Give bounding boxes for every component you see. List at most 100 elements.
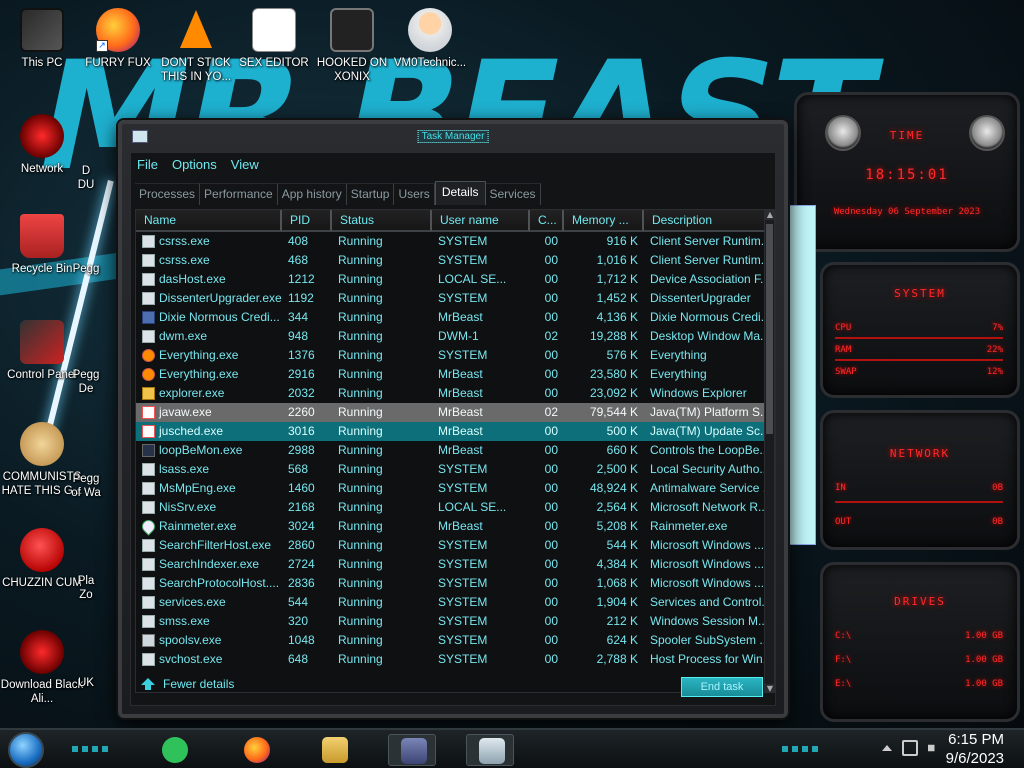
cell-desc: Controls the LoopBe...	[650, 443, 766, 457]
tab-users[interactable]: Users	[394, 183, 435, 205]
start-button[interactable]	[8, 732, 44, 768]
cell-memory: 624 K	[606, 633, 638, 647]
show-hidden-icons-icon[interactable]	[882, 745, 892, 751]
table-row[interactable]: SearchProtocolHost.... 2836 Running SYSTEM 0…	[136, 574, 766, 593]
table-row[interactable]: Dixie Normous Credi... 344 Running MrBeast 0…	[136, 308, 766, 327]
tab-processes[interactable]: Processes	[135, 183, 201, 205]
tab-performance[interactable]: Performance	[200, 183, 278, 205]
cell-desc: Microsoft Windows ...	[650, 538, 765, 552]
desktop-icon-download-black-alien[interactable]: Download Black Ali...	[0, 630, 84, 706]
column-header[interactable]: Memory ...	[564, 210, 644, 232]
desktop-icon-partial[interactable]: Pegg De	[60, 368, 112, 396]
desktop-icon-label: DU	[77, 179, 95, 191]
table-row[interactable]: MsMpEng.exe 1460 Running SYSTEM 00 48,924 K An…	[136, 479, 766, 498]
tab-startup[interactable]: Startup	[346, 183, 395, 205]
swap-value: 12%	[986, 367, 1003, 377]
cell-user: SYSTEM	[438, 253, 488, 267]
desktop-icon-vm0technic[interactable]: VM0Technic...	[388, 8, 472, 70]
table-row[interactable]: smss.exe 320 Running SYSTEM 00 212 K Windows S…	[136, 612, 766, 631]
cell-status: Running	[338, 367, 383, 381]
cell-status: Running	[338, 234, 383, 248]
table-row[interactable]: jusched.exe 3016 Running MrBeast 00 500 K Java…	[136, 422, 766, 441]
end-task-button[interactable]: End task	[681, 677, 763, 697]
menu-view[interactable]: View	[231, 157, 259, 173]
cell-pid: 2916	[288, 367, 315, 381]
cell-user: MrBeast	[438, 443, 483, 457]
tab-app-history[interactable]: App history	[277, 183, 347, 205]
taskbar-notes[interactable]	[150, 734, 198, 766]
desktop-icon-hooked-on-xonix[interactable]: HOOKED ON XONIX	[310, 8, 394, 84]
process-name: explorer.exe	[159, 386, 225, 400]
column-header[interactable]: C...	[530, 210, 564, 232]
column-header[interactable]: Name	[136, 210, 282, 232]
desktop-icon-partial[interactable]: D DU	[60, 164, 112, 192]
taskbar-task-manager[interactable]	[466, 734, 514, 766]
desktop-icon-label: De	[78, 383, 94, 395]
table-row[interactable]: Everything.exe 2916 Running MrBeast 00 23,580…	[136, 365, 766, 384]
menu-file[interactable]: File	[137, 157, 158, 173]
cell-user: SYSTEM	[438, 633, 488, 647]
table-row[interactable]: javaw.exe 2260 Running MrBeast 02 79,544 K Jav…	[136, 403, 766, 422]
table-row[interactable]: lsass.exe 568 Running SYSTEM 00 2,500 K Local …	[136, 460, 766, 479]
table-row[interactable]: services.exe 544 Running SYSTEM 00 1,904 K Ser…	[136, 593, 766, 612]
network-tray-icon[interactable]	[902, 740, 918, 756]
window-footer: Fewer details End task	[131, 667, 775, 705]
cell-desc: Microsoft Network R...	[650, 500, 766, 514]
table-row[interactable]: csrss.exe 408 Running SYSTEM 00 916 K Client S…	[136, 232, 766, 251]
desktop-icon-sex-editor[interactable]: SEX EDITOR	[232, 8, 316, 70]
taskbar-control-panel[interactable]	[388, 734, 436, 766]
taskbar-file-explorer[interactable]	[310, 734, 358, 766]
task-manager-window: Task Manager File Options View Processes…	[118, 120, 788, 718]
desktop-icon-partial[interactable]: Pegg	[60, 262, 112, 276]
table-row[interactable]: SearchIndexer.exe 2724 Running SYSTEM 00 4,38…	[136, 555, 766, 574]
cell-status: Running	[338, 329, 383, 343]
table-row[interactable]: NisSrv.exe 2168 Running LOCAL SE... 00 2,564 …	[136, 498, 766, 517]
process-icon	[142, 596, 155, 609]
table-row[interactable]: spoolsv.exe 1048 Running SYSTEM 00 624 K Spool…	[136, 631, 766, 650]
table-row[interactable]: csrss.exe 468 Running SYSTEM 00 1,016 K Client…	[136, 251, 766, 270]
desktop-icon-this-pc[interactable]: This PC	[0, 8, 84, 70]
menu-options[interactable]: Options	[172, 157, 217, 173]
cell-pid: 2032	[288, 386, 315, 400]
table-row[interactable]: explorer.exe 2032 Running MrBeast 00 23,092 K…	[136, 384, 766, 403]
desktop-icon-dont-stick[interactable]: DONT STICK THIS IN YO...	[154, 8, 238, 84]
process-name: jusched.exe	[159, 424, 224, 438]
cell-pid: 2988	[288, 443, 315, 457]
cell-cpu: 00	[544, 291, 558, 305]
desktop-icon-label: Pegg	[72, 473, 100, 485]
desktop-icon-partial[interactable]: Pegg of Wa	[60, 472, 112, 500]
taskbar-firefox[interactable]	[232, 734, 280, 766]
vertical-scrollbar[interactable]: ▲ ▼	[764, 210, 774, 692]
scroll-up-icon[interactable]: ▲	[765, 210, 774, 220]
desktop-icon-furry-fux[interactable]: ↗ FURRY FUX	[76, 8, 160, 70]
column-header[interactable]: Status	[332, 210, 432, 232]
table-row[interactable]: dasHost.exe 1212 Running LOCAL SE... 00 1,712…	[136, 270, 766, 289]
process-name: MsMpEng.exe	[159, 481, 236, 495]
cell-memory: 1,904 K	[596, 595, 638, 609]
table-row[interactable]: DissenterUpgrader.exe 1192 Running SYSTEM 00…	[136, 289, 766, 308]
desktop-icon-partial[interactable]: UK	[60, 676, 112, 690]
table-header: Name PID Status User name C... Memory ... Desc…	[136, 210, 766, 232]
system-widget-title: SYSTEM	[894, 287, 946, 300]
column-header[interactable]: User name	[432, 210, 530, 232]
table-row[interactable]: Everything.exe 1376 Running SYSTEM 00 576 K Ev…	[136, 346, 766, 365]
taskbar-clock[interactable]: 6:15 PM 9/6/2023	[938, 730, 1004, 768]
fewer-details-button[interactable]: Fewer details	[141, 677, 234, 691]
scroll-thumb[interactable]	[766, 224, 773, 434]
cell-desc: Desktop Window Ma...	[650, 329, 766, 343]
column-header[interactable]: Description	[644, 210, 766, 232]
table-row[interactable]: SearchFilterHost.exe 2860 Running SYSTEM 00 5…	[136, 536, 766, 555]
tab-services[interactable]: Services	[485, 183, 541, 205]
process-name: loopBeMon.exe	[159, 443, 243, 457]
table-row[interactable]: loopBeMon.exe 2988 Running MrBeast 00 660 K Co…	[136, 441, 766, 460]
cell-name: smss.exe	[136, 612, 282, 631]
title-bar[interactable]: Task Manager	[122, 124, 784, 152]
cell-user: SYSTEM	[438, 291, 488, 305]
alien-head-icon	[825, 115, 861, 151]
desktop-icon-partial[interactable]: Pla Zo	[60, 574, 112, 602]
tab-details[interactable]: Details	[434, 181, 486, 205]
column-header[interactable]: PID	[282, 210, 332, 232]
table-row[interactable]: dwm.exe 948 Running DWM-1 02 19,288 K Desktop …	[136, 327, 766, 346]
table-row[interactable]: Rainmeter.exe 3024 Running MrBeast 00 5,208 K…	[136, 517, 766, 536]
drives-widget-title: DRIVES	[894, 595, 946, 608]
